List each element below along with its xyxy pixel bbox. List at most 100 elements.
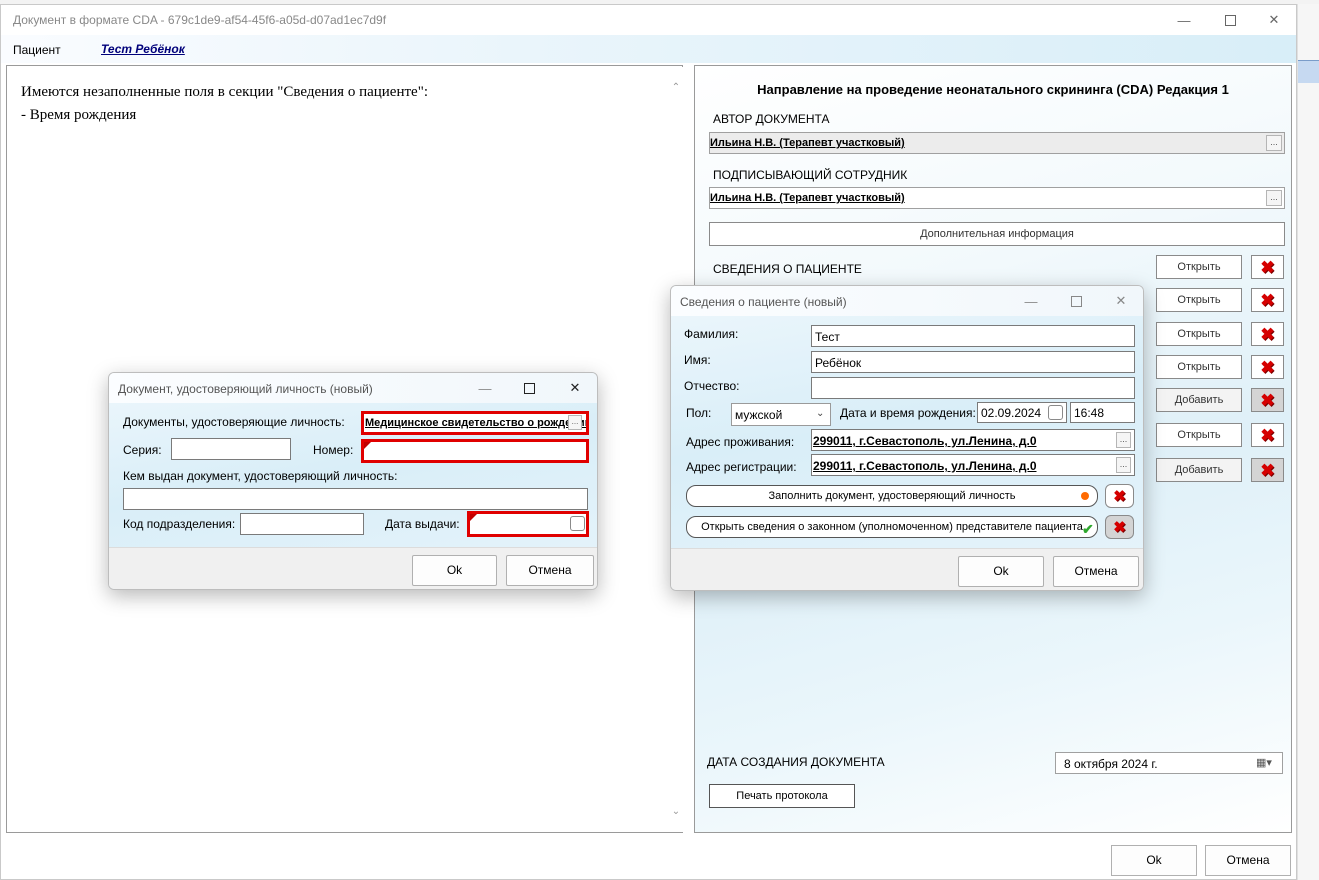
section-delete-button[interactable]: ✖ (1251, 458, 1284, 482)
doc-type-field[interactable]: Медицинское свидетельство о рождении ... (361, 411, 589, 435)
sex-value: мужской (735, 408, 783, 422)
residence-address-field[interactable]: 299011, г.Севастополь, ул.Ленина, д.0 ..… (811, 429, 1135, 451)
maximize-icon[interactable] (1207, 5, 1253, 35)
section-delete-button[interactable]: ✖ (1251, 388, 1284, 412)
section-open-button[interactable]: Открыть (1156, 288, 1242, 312)
dialog-footer: Ok Отмена (109, 547, 597, 589)
author-section-label: АВТОР ДОКУМЕНТА (713, 112, 830, 126)
division-code-label: Код подразделения: (123, 517, 236, 531)
ok-button[interactable]: Ok (412, 555, 497, 586)
scroll-up-icon[interactable]: ⌃ (669, 81, 683, 95)
doc-type-label: Документы, удостоверяющие личность: (123, 415, 345, 429)
section-delete-button[interactable]: ✖ (1251, 288, 1284, 312)
surname-input[interactable]: Тест (811, 325, 1135, 347)
registration-address-value: 299011, г.Севастополь, ул.Ленина, д.0 (813, 459, 1037, 473)
background-selection (1298, 60, 1319, 83)
minimize-icon[interactable]: — (1011, 286, 1051, 316)
birth-date-checkbox[interactable] (1048, 405, 1063, 420)
patient-section-label: СВЕДЕНИЯ О ПАЦИЕНТЕ (713, 262, 862, 276)
patronymic-label: Отчество: (684, 379, 740, 393)
number-input[interactable] (361, 439, 589, 463)
minimize-icon[interactable]: — (1161, 5, 1207, 35)
section-delete-button[interactable]: ✖ (1251, 322, 1284, 346)
delete-icon: ✖ (1260, 324, 1275, 344)
representative-delete-button[interactable]: ✖ (1105, 515, 1134, 539)
creation-date-value: 8 октября 2024 г. (1064, 757, 1158, 771)
close-icon[interactable]: ✕ (1251, 5, 1297, 35)
patient-label: Пациент (13, 43, 61, 57)
sex-label: Пол: (686, 406, 712, 420)
name-input[interactable]: Ребёнок (811, 351, 1135, 373)
print-protocol-button[interactable]: Печать протокола (709, 784, 855, 808)
birth-date-input[interactable]: 02.09.2024 (977, 402, 1067, 423)
issued-by-label: Кем выдан документ, удостоверяющий лично… (123, 469, 398, 483)
registration-browse-button[interactable]: ... (1116, 457, 1131, 473)
creation-date-picker[interactable]: 8 октября 2024 г. ▦▾ (1055, 752, 1283, 774)
section-delete-button[interactable]: ✖ (1251, 355, 1284, 379)
name-value: Ребёнок (815, 356, 862, 370)
dialog-title: Документ, удостоверяющий личность (новый… (118, 382, 373, 396)
author-value: Ильина Н.В. (Терапевт участковый) (710, 137, 905, 149)
close-icon[interactable]: ✕ (1101, 286, 1141, 316)
sex-select[interactable]: мужской ⌄ (731, 403, 831, 426)
status-dot-icon (1081, 492, 1089, 500)
ok-button[interactable]: Ok (958, 556, 1044, 587)
delete-icon: ✖ (1260, 425, 1275, 445)
background-app-edge (1297, 4, 1319, 880)
additional-info-button[interactable]: Дополнительная информация (709, 222, 1285, 246)
delete-icon: ✖ (1260, 357, 1275, 377)
section-open-button[interactable]: Открыть (1156, 255, 1242, 279)
number-label: Номер: (313, 443, 354, 457)
required-marker (364, 442, 371, 449)
delete-icon: ✖ (1113, 487, 1126, 505)
section-open-button[interactable]: Открыть (1156, 423, 1242, 447)
cancel-button[interactable]: Отмена (1205, 845, 1291, 876)
ok-button[interactable]: Ok (1111, 845, 1197, 876)
issued-by-input[interactable] (123, 488, 588, 510)
doc-type-value: Медицинское свидетельство о рождении (365, 417, 589, 429)
doc-type-browse-button[interactable]: ... (568, 415, 582, 430)
maximize-icon[interactable] (1056, 286, 1096, 316)
identity-document-dialog: Документ, удостоверяющий личность (новый… (108, 372, 598, 590)
issue-date-input[interactable] (467, 511, 589, 537)
patient-name-link[interactable]: Тест Ребёнок (101, 42, 185, 56)
section-add-button[interactable]: Добавить (1156, 458, 1242, 482)
patient-bar: Пациент Тест Ребёнок (1, 35, 1296, 63)
section-open-button[interactable]: Открыть (1156, 355, 1242, 379)
dialog-titlebar: Документ, удостоверяющий личность (новый… (109, 373, 597, 403)
series-input[interactable] (171, 438, 291, 460)
section-delete-button[interactable]: ✖ (1251, 255, 1284, 279)
birth-time-value: 16:48 (1074, 406, 1105, 420)
document-title: Направление на проведение неонатального … (757, 82, 1229, 97)
calendar-dropdown-icon[interactable]: ▦▾ (1256, 756, 1272, 769)
signer-browse-button[interactable]: ... (1266, 190, 1282, 206)
fill-identity-button[interactable]: Заполнить документ, удостоверяющий лично… (686, 485, 1098, 507)
name-label: Имя: (684, 353, 711, 367)
birth-date-value: 02.09.2024 (981, 406, 1042, 420)
patronymic-input[interactable] (811, 377, 1135, 399)
scroll-down-icon[interactable]: ⌄ (669, 805, 683, 819)
signer-field[interactable]: Ильина Н.В. (Терапевт участковый) ... (709, 187, 1285, 209)
section-add-button[interactable]: Добавить (1156, 388, 1242, 412)
date-checkbox[interactable] (570, 516, 585, 531)
open-representative-button[interactable]: Открыть сведения о законном (уполномочен… (686, 516, 1098, 538)
section-delete-button[interactable]: ✖ (1251, 423, 1284, 447)
division-code-input[interactable] (240, 513, 364, 535)
cancel-button[interactable]: Отмена (506, 555, 594, 586)
section-open-button[interactable]: Открыть (1156, 322, 1242, 346)
cancel-button[interactable]: Отмена (1053, 556, 1139, 587)
residence-address-value: 299011, г.Севастополь, ул.Ленина, д.0 (813, 434, 1037, 448)
signer-section-label: ПОДПИСЫВАЮЩИЙ СОТРУДНИК (713, 168, 908, 182)
birth-time-input[interactable]: 16:48 (1070, 402, 1135, 423)
identity-delete-button[interactable]: ✖ (1105, 484, 1134, 508)
author-browse-button[interactable]: ... (1266, 135, 1282, 151)
registration-address-field[interactable]: 299011, г.Севастополь, ул.Ленина, д.0 ..… (811, 454, 1135, 476)
minimize-icon[interactable]: — (465, 373, 505, 403)
residence-browse-button[interactable]: ... (1116, 432, 1131, 448)
maximize-icon[interactable] (509, 373, 549, 403)
patient-info-dialog: Сведения о пациенте (новый) — ✕ Фамилия:… (670, 285, 1144, 591)
close-icon[interactable]: ✕ (555, 373, 595, 403)
required-marker (470, 514, 477, 521)
author-field[interactable]: Ильина Н.В. (Терапевт участковый) ... (709, 132, 1285, 154)
open-representative-label: Открыть сведения о законном (уполномочен… (701, 521, 1083, 533)
